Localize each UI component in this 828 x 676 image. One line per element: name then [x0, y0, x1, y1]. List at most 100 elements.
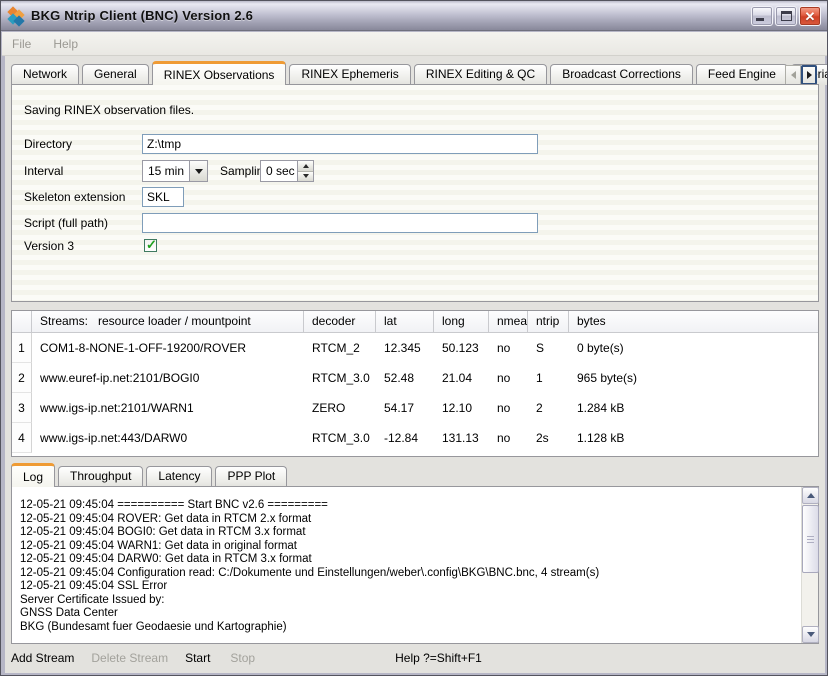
- header-ntrip: ntrip: [528, 311, 569, 332]
- log-panel: 12-05-21 09:45:04 ========== Start BNC v…: [11, 486, 819, 644]
- version3-checkbox[interactable]: ✓: [144, 239, 157, 252]
- script-path-input[interactable]: [142, 213, 538, 233]
- scrollbar-thumb[interactable]: [802, 505, 819, 573]
- tab-scroll-left-button[interactable]: [785, 65, 801, 85]
- minimize-icon: [756, 18, 764, 21]
- row-number: 1: [12, 333, 32, 363]
- client-area: Network General RINEX Observations RINEX…: [5, 56, 825, 673]
- maximize-button[interactable]: [775, 6, 797, 26]
- log-viewport: 12-05-21 09:45:04 ========== Start BNC v…: [12, 487, 800, 643]
- cell-mountpoint: www.euref-ip.net:2101/BOGI0: [32, 371, 304, 385]
- cell-lat: 54.17: [376, 401, 434, 415]
- tab-general[interactable]: General: [82, 64, 149, 85]
- tab-log[interactable]: Log: [11, 463, 55, 487]
- tab-rinex-editing-qc[interactable]: RINEX Editing & QC: [414, 64, 547, 85]
- table-row[interactable]: 4 www.igs-ip.net:443/DARW0 RTCM_3.0 -12.…: [12, 423, 818, 453]
- close-button[interactable]: ✕: [799, 6, 821, 26]
- log-line: 12-05-21 09:45:04 WARN1: Get data in ori…: [20, 540, 800, 554]
- tab-throughput[interactable]: Throughput: [58, 466, 143, 487]
- window-controls: ✕: [751, 6, 821, 26]
- skeleton-extension-input[interactable]: [142, 187, 184, 207]
- cell-bytes: 1.128 kB: [569, 431, 818, 445]
- interval-select[interactable]: 15 min: [142, 160, 208, 182]
- arrow-right-icon: [807, 71, 812, 79]
- log-line: 12-05-21 09:45:04 Configuration read: C:…: [20, 567, 800, 581]
- start-button[interactable]: Start: [185, 651, 210, 665]
- menu-file[interactable]: File: [12, 37, 31, 51]
- tab-scroll-right-button[interactable]: [801, 65, 817, 85]
- help-shortcut-button[interactable]: Help ?=Shift+F1: [395, 651, 482, 665]
- sampling-up-button[interactable]: [298, 161, 313, 171]
- scroll-down-button[interactable]: [802, 626, 819, 643]
- interval-label: Interval: [24, 161, 63, 181]
- sampling-down-button[interactable]: [298, 171, 313, 182]
- header-lat: lat: [376, 311, 434, 332]
- interval-value: 15 min: [143, 164, 189, 178]
- scroll-up-button[interactable]: [802, 487, 819, 504]
- log-line: GNSS Data Center: [20, 607, 800, 621]
- tab-latency[interactable]: Latency: [146, 466, 212, 487]
- footer-toolbar: Add Stream Delete Stream Start Stop Help…: [5, 649, 825, 667]
- log-line: 12-05-21 09:45:04 SSL Error: [20, 580, 800, 594]
- directory-input[interactable]: [142, 134, 538, 154]
- table-row[interactable]: 1 COM1-8-NONE-1-OFF-19200/ROVER RTCM_2 1…: [12, 333, 818, 363]
- log-line: 12-05-21 09:45:04 ========== Start BNC v…: [20, 499, 800, 513]
- tab-broadcast-corrections[interactable]: Broadcast Corrections: [550, 64, 693, 85]
- script-path-label: Script (full path): [24, 213, 108, 233]
- cell-mountpoint: www.igs-ip.net:443/DARW0: [32, 431, 304, 445]
- minimize-button[interactable]: [751, 6, 773, 26]
- stop-button[interactable]: Stop: [230, 651, 255, 665]
- title-bar: BKG Ntrip Client (BNC) Version 2.6 ✕: [1, 1, 827, 31]
- arrow-down-icon: [303, 174, 309, 178]
- tab-rinex-ephemeris[interactable]: RINEX Ephemeris: [289, 64, 410, 85]
- cell-decoder: ZERO: [304, 401, 376, 415]
- cell-ntrip: 2s: [528, 431, 569, 445]
- tab-feed-engine[interactable]: Feed Engine: [696, 64, 788, 85]
- cell-ntrip: S: [528, 341, 569, 355]
- log-line: BKG (Bundesamt fuer Geodaesie und Kartog…: [20, 621, 800, 635]
- interval-dropdown-button[interactable]: [189, 161, 207, 181]
- close-icon: ✕: [800, 8, 820, 25]
- tab-rinex-observations[interactable]: RINEX Observations: [152, 61, 287, 85]
- arrow-up-icon: [807, 493, 815, 498]
- cell-decoder: RTCM_3.0: [304, 371, 376, 385]
- cell-nmea: no: [489, 401, 528, 415]
- tab-network[interactable]: Network: [11, 64, 79, 85]
- menu-bar: File Help: [2, 32, 828, 56]
- header-bytes: bytes: [569, 311, 818, 332]
- bottom-tab-bar: Log Throughput Latency PPP Plot: [11, 463, 290, 487]
- window-title: BKG Ntrip Client (BNC) Version 2.6: [31, 8, 751, 23]
- tab-ppp-plot[interactable]: PPP Plot: [215, 466, 287, 487]
- sampling-spinner[interactable]: 0 sec: [260, 160, 314, 182]
- app-window: BKG Ntrip Client (BNC) Version 2.6 ✕ Fil…: [0, 0, 828, 676]
- streams-table: Streams: resource loader / mountpoint de…: [11, 310, 819, 457]
- delete-stream-button[interactable]: Delete Stream: [91, 651, 168, 665]
- cell-lat: 12.345: [376, 341, 434, 355]
- cell-mountpoint: www.igs-ip.net:2101/WARN1: [32, 401, 304, 415]
- table-row[interactable]: 3 www.igs-ip.net:2101/WARN1 ZERO 54.17 1…: [12, 393, 818, 423]
- check-mark-icon: ✓: [146, 237, 157, 253]
- maximize-icon: [781, 11, 792, 21]
- table-row[interactable]: 2 www.euref-ip.net:2101/BOGI0 RTCM_3.0 5…: [12, 363, 818, 393]
- cell-bytes: 1.284 kB: [569, 401, 818, 415]
- cell-mountpoint: COM1-8-NONE-1-OFF-19200/ROVER: [32, 341, 304, 355]
- header-nmea: nmea: [489, 311, 528, 332]
- main-tab-bar: Network General RINEX Observations RINEX…: [11, 61, 828, 85]
- log-line: 12-05-21 09:45:04 BOGI0: Get data in RTC…: [20, 526, 800, 540]
- version3-label: Version 3: [24, 236, 74, 256]
- menu-help[interactable]: Help: [53, 37, 78, 51]
- header-mountpoint: Streams: resource loader / mountpoint: [32, 311, 304, 332]
- cell-long: 21.04: [434, 371, 489, 385]
- row-number: 4: [12, 423, 32, 453]
- arrow-down-icon: [807, 632, 815, 637]
- cell-long: 50.123: [434, 341, 489, 355]
- cell-long: 131.13: [434, 431, 489, 445]
- cell-bytes: 0 byte(s): [569, 341, 818, 355]
- add-stream-button[interactable]: Add Stream: [11, 651, 74, 665]
- thumb-grip-icon: [807, 536, 814, 544]
- cell-nmea: no: [489, 341, 528, 355]
- row-number: 2: [12, 363, 32, 393]
- log-scrollbar[interactable]: [801, 487, 818, 643]
- cell-lat: -12.84: [376, 431, 434, 445]
- arrow-left-icon: [791, 71, 796, 79]
